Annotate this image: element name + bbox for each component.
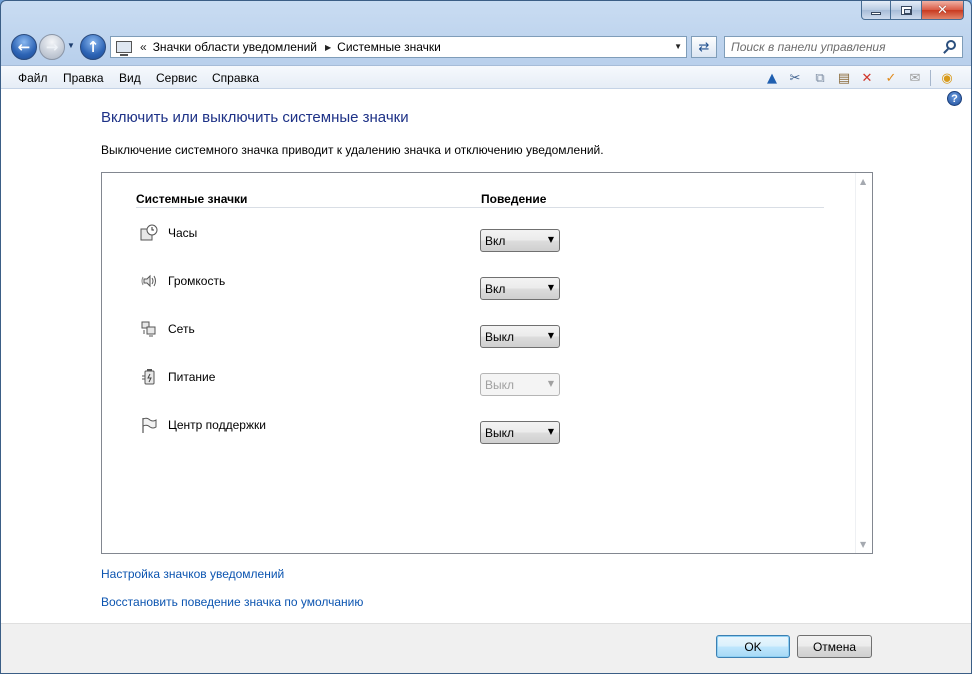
scroll-down-icon[interactable]: ▼ — [860, 540, 866, 549]
clock-icon — [140, 224, 158, 241]
chevron-down-icon: ▼ — [547, 331, 554, 340]
search-input[interactable] — [731, 38, 941, 56]
table-row: Часы Вкл ▼ — [102, 224, 842, 256]
up-level-button[interactable]: ↑ — [80, 34, 106, 60]
breadcrumb-system-icons[interactable]: Системные значки — [337, 40, 441, 54]
navigation-bar: ← → ▼ ↑ « Значки области уведомлений ▶ С… — [1, 33, 971, 61]
table-row: Питание Выкл ▼ — [102, 368, 842, 400]
menu-tools[interactable]: Сервис — [156, 71, 197, 85]
column-header-behavior: Поведение — [481, 192, 547, 206]
search-box — [724, 36, 963, 58]
chevron-down-icon: ▼ — [547, 235, 554, 244]
table-row: Сеть Выкл ▼ — [102, 320, 842, 352]
recent-pages-button[interactable]: ▼ — [67, 41, 75, 50]
arrow-right-icon: → — [45, 38, 59, 56]
select-value: Выкл — [485, 425, 515, 440]
row-label-action-center: Центр поддержки — [168, 418, 266, 432]
arrow-up-icon: ↑ — [86, 38, 100, 56]
restore-default-behavior-link[interactable]: Восстановить поведение значка по умолчан… — [101, 595, 363, 609]
breadcrumb-overflow[interactable]: « — [140, 40, 147, 54]
close-icon: ✕ — [937, 2, 948, 18]
menu-view[interactable]: Вид — [119, 71, 141, 85]
row-label-power: Питание — [168, 370, 216, 384]
cut-icon[interactable]: ✂ — [787, 70, 803, 86]
customize-notification-icons-link[interactable]: Настройка значков уведомлений — [101, 567, 284, 581]
table-row: Громкость Вкл ▼ — [102, 272, 842, 304]
page-description: Выключение системного значка приводит к … — [101, 143, 604, 157]
behavior-select-clock[interactable]: Вкл ▼ — [480, 229, 560, 252]
cancel-button[interactable]: Отмена — [797, 635, 872, 658]
row-label-network: Сеть — [168, 322, 195, 336]
minimize-icon — [871, 11, 881, 15]
header-divider — [136, 207, 824, 208]
minimize-button[interactable] — [861, 1, 891, 20]
arrow-left-icon: ← — [17, 38, 31, 56]
menu-help[interactable]: Справка — [212, 71, 259, 85]
system-icons-panel: Системные значки Поведение Часы Вкл ▼ Гр… — [101, 172, 873, 554]
maximize-icon — [900, 5, 912, 15]
power-icon — [142, 369, 155, 385]
delete-icon[interactable]: ✕ — [859, 70, 875, 86]
breadcrumb-separator[interactable]: ▶ — [325, 43, 331, 52]
caption-buttons: ✕ — [861, 1, 964, 21]
copy-icon[interactable]: ⧉ — [812, 70, 828, 86]
network-icon — [141, 321, 156, 337]
dialog-footer: OK Отмена — [1, 623, 971, 673]
help-icon[interactable]: ? — [947, 91, 962, 106]
up-icon[interactable]: ▲ — [764, 70, 780, 86]
breadcrumb-notification-icons[interactable]: Значки области уведомлений — [153, 40, 317, 54]
menu-bar: Файл Правка Вид Сервис Справка ▲ ✂ ⧉ ▤ ✕… — [1, 65, 971, 89]
select-value: Выкл — [485, 377, 515, 392]
globe-icon[interactable]: ◉ — [939, 70, 955, 86]
select-value: Выкл — [485, 329, 515, 344]
page-title: Включить или выключить системные значки — [101, 109, 409, 126]
control-panel-window: ✕ ← → ▼ ↑ « Значки области уведомлений ▶… — [0, 0, 972, 674]
behavior-select-action-center[interactable]: Выкл ▼ — [480, 421, 560, 444]
behavior-select-volume[interactable]: Вкл ▼ — [480, 277, 560, 300]
address-dropdown-icon[interactable]: ▼ — [674, 42, 682, 51]
close-button[interactable]: ✕ — [922, 1, 964, 20]
table-row: Центр поддержки Выкл ▼ — [102, 416, 842, 448]
chevron-down-icon: ▼ — [547, 283, 554, 292]
toolbar-separator — [930, 70, 931, 86]
select-value: Вкл — [485, 233, 506, 248]
content-area: ? Включить или выключить системные значк… — [1, 89, 971, 623]
behavior-select-network[interactable]: Выкл ▼ — [480, 325, 560, 348]
paste-icon[interactable]: ▤ — [836, 70, 852, 86]
refresh-icon: ⇄ — [698, 39, 710, 54]
menu-edit[interactable]: Правка — [63, 71, 104, 85]
chevron-down-icon: ▼ — [547, 427, 554, 436]
address-bar[interactable]: « Значки области уведомлений ▶ Системные… — [110, 36, 687, 58]
behavior-select-power: Выкл ▼ — [480, 373, 560, 396]
forward-button[interactable]: → — [39, 34, 65, 60]
chevron-down-icon: ▼ — [547, 379, 554, 388]
maximize-button[interactable] — [891, 1, 922, 20]
flag-icon — [142, 417, 157, 433]
check-icon[interactable]: ✓ — [883, 70, 899, 86]
mail-icon[interactable]: ✉ — [907, 70, 923, 86]
chevron-down-icon: ▼ — [67, 41, 75, 50]
select-value: Вкл — [485, 281, 506, 296]
column-header-icons: Системные значки — [136, 192, 248, 206]
menu-file[interactable]: Файл — [18, 71, 48, 85]
vertical-scrollbar[interactable]: ▲ ▼ — [855, 173, 872, 553]
control-panel-icon — [116, 41, 132, 56]
scroll-up-icon[interactable]: ▲ — [860, 177, 866, 186]
search-icon[interactable] — [946, 40, 956, 50]
back-button[interactable]: ← — [11, 34, 37, 60]
refresh-button[interactable]: ⇄ — [691, 36, 717, 58]
ok-button[interactable]: OK — [716, 635, 790, 658]
row-label-volume: Громкость — [168, 274, 226, 288]
row-label-clock: Часы — [168, 226, 198, 240]
speaker-icon — [141, 274, 156, 288]
